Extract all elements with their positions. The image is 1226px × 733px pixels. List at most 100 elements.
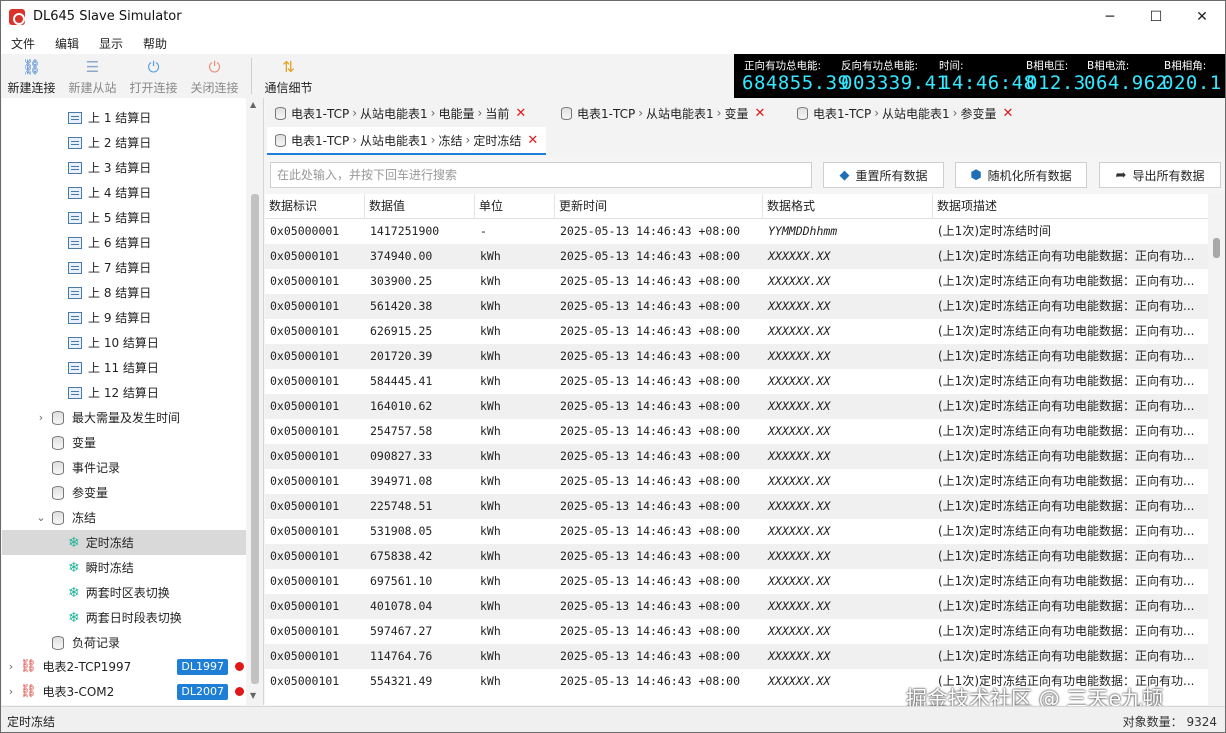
cell-value: 626915.25 bbox=[370, 324, 433, 338]
snowflake-icon: ❄ bbox=[68, 559, 80, 576]
tree-scroll-thumb[interactable] bbox=[251, 194, 259, 684]
close-tab-icon[interactable]: ✕ bbox=[515, 106, 526, 121]
new-connection-button[interactable]: ⛓ 新建连接 bbox=[1, 54, 62, 98]
tree-item-max-demand[interactable]: › 最大需量及发生时间 bbox=[2, 405, 246, 430]
tab-part: 电表1-TCP bbox=[577, 106, 636, 121]
tree-item-meter3[interactable]: › ⛓ 电表3-COM2 DL2007 bbox=[2, 679, 246, 704]
open-connection-button[interactable]: ⏻ 打开连接 bbox=[123, 54, 184, 98]
tree-item-settlement-5[interactable]: 上 5 结算日 bbox=[2, 205, 246, 230]
tab-variables[interactable]: 电表1-TCP › 从站电能表1 › 变量 ✕ bbox=[553, 99, 773, 127]
status-dot bbox=[235, 662, 244, 671]
tree-item-timezone-switch[interactable]: ❄ 两套时区表切换 bbox=[2, 580, 246, 605]
chevron-right-icon[interactable]: › bbox=[4, 660, 18, 673]
cell-unit: kWh bbox=[480, 399, 501, 413]
new-slave-button[interactable]: ☰ 新建从站 bbox=[62, 54, 123, 98]
tree-item-variables[interactable]: 变量 bbox=[2, 430, 246, 455]
tree-item-settlement-2[interactable]: 上 2 结算日 bbox=[2, 130, 246, 155]
table-row[interactable]: 0x05000101 394971.08 kWh 2025-05-13 14:46:4… bbox=[265, 469, 1208, 494]
tree-item-meter2[interactable]: › ⛓ 电表2-TCP1997 DL1997 bbox=[2, 654, 246, 679]
menu-view[interactable]: 显示 bbox=[89, 35, 133, 52]
table-row[interactable]: 0x05000101 090827.33 kWh 2025-05-13 14:46:4… bbox=[265, 444, 1208, 469]
table-row[interactable]: 0x05000101 374940.00 kWh 2025-05-13 14:46:4… bbox=[265, 244, 1208, 269]
cell-description: (上1次)定时冻结正向有功电能数据：正向有功... bbox=[938, 524, 1195, 538]
status-object-count: 对象数量： 9324 bbox=[1122, 715, 1217, 729]
menu-edit[interactable]: 编辑 bbox=[45, 35, 89, 52]
column-header-description[interactable]: 数据项描述 bbox=[933, 194, 1208, 219]
tree-item-label: 上 10 结算日 bbox=[88, 336, 159, 350]
cell-description: (上1次)定时冻结正向有功电能数据：正向有功... bbox=[938, 249, 1195, 263]
search-input[interactable] bbox=[270, 162, 812, 188]
reset-all-button[interactable]: ◆ 重置所有数据 bbox=[823, 162, 944, 188]
grid-scroll-thumb[interactable] bbox=[1213, 238, 1220, 258]
scroll-down-icon[interactable]: ▼ bbox=[250, 691, 256, 700]
tree-item-load-record[interactable]: 负荷记录 bbox=[2, 630, 246, 655]
table-row[interactable]: 0x05000101 626915.25 kWh 2025-05-13 14:46:4… bbox=[265, 319, 1208, 344]
tree-item-freeze[interactable]: ⌄ 冻结 bbox=[2, 505, 246, 530]
table-row[interactable]: 0x05000101 675838.42 kWh 2025-05-13 14:46:4… bbox=[265, 544, 1208, 569]
chevron-down-icon[interactable]: ⌄ bbox=[34, 511, 48, 524]
comm-detail-button[interactable]: ⇅ 通信细节 bbox=[258, 54, 319, 98]
menu-help[interactable]: 帮助 bbox=[133, 35, 177, 52]
tree-item-settlement-4[interactable]: 上 4 结算日 bbox=[2, 180, 246, 205]
column-header-unit[interactable]: 单位 bbox=[475, 194, 555, 219]
tree-item-settlement-1[interactable]: 上 1 结算日 bbox=[2, 105, 246, 130]
tree-item-settlement-7[interactable]: 上 7 结算日 bbox=[2, 255, 246, 280]
table-row[interactable]: 0x05000101 225748.51 kWh 2025-05-13 14:46:4… bbox=[265, 494, 1208, 519]
tree-item-timed-freeze[interactable]: ❄ 定时冻结 bbox=[2, 530, 246, 555]
close-tab-icon[interactable]: ✕ bbox=[755, 106, 766, 121]
table-row[interactable]: 0x05000101 114764.76 kWh 2025-05-13 14:46:4… bbox=[265, 644, 1208, 669]
table-row[interactable]: 0x05000101 303900.25 kWh 2025-05-13 14:46:4… bbox=[265, 269, 1208, 294]
column-header-format[interactable]: 数据格式 bbox=[763, 194, 933, 219]
chevron-right-icon[interactable]: › bbox=[4, 685, 18, 698]
table-row[interactable]: 0x05000101 561420.38 kWh 2025-05-13 14:46:4… bbox=[265, 294, 1208, 319]
table-row[interactable]: 0x05000101 697561.10 kWh 2025-05-13 14:46:4… bbox=[265, 569, 1208, 594]
tree-item-settlement-3[interactable]: 上 3 结算日 bbox=[2, 155, 246, 180]
cell-id: 0x05000101 bbox=[270, 299, 340, 313]
minimize-button[interactable]: ─ bbox=[1087, 1, 1133, 32]
b-current-label: B相电流: bbox=[1087, 60, 1130, 72]
tree-scrollbar[interactable]: ▲ ▼ bbox=[246, 98, 263, 705]
tree-item-settlement-12[interactable]: 上 12 结算日 bbox=[2, 380, 246, 405]
tree-item-settlement-8[interactable]: 上 8 结算日 bbox=[2, 280, 246, 305]
chevron-right-icon[interactable]: › bbox=[34, 411, 48, 424]
cell-unit: - bbox=[480, 224, 487, 238]
power-off-icon: ⏻ bbox=[208, 58, 221, 76]
cell-format: XXXXXX.XX bbox=[768, 324, 831, 338]
tab-energy-current[interactable]: 电表1-TCP › 从站电能表1 › 电能量 › 当前 ✕ bbox=[267, 99, 534, 127]
tree-item-settlement-11[interactable]: 上 11 结算日 bbox=[2, 355, 246, 380]
tree-item-settlement-6[interactable]: 上 6 结算日 bbox=[2, 230, 246, 255]
table-row[interactable]: 0x05000101 597467.27 kWh 2025-05-13 14:46:4… bbox=[265, 619, 1208, 644]
menu-file[interactable]: 文件 bbox=[1, 35, 45, 52]
cell-time: 2025-05-13 14:46:43 +08:00 bbox=[560, 324, 741, 338]
cell-unit: kWh bbox=[480, 549, 501, 563]
cell-value: 374940.00 bbox=[370, 249, 433, 263]
tab-timed-freeze[interactable]: 电表1-TCP › 从站电能表1 › 冻结 › 定时冻结 ✕ bbox=[267, 127, 547, 155]
table-row[interactable]: 0x05000101 531908.05 kWh 2025-05-13 14:46:4… bbox=[265, 519, 1208, 544]
tree-item-events[interactable]: 事件记录 bbox=[2, 455, 246, 480]
tree-item-settlement-10[interactable]: 上 10 结算日 bbox=[2, 330, 246, 355]
column-header-value[interactable]: 数据值 bbox=[365, 194, 475, 219]
table-row[interactable]: 0x05000101 254757.58 kWh 2025-05-13 14:46:4… bbox=[265, 419, 1208, 444]
close-connection-button[interactable]: ⏻ 关闭连接 bbox=[184, 54, 245, 98]
export-all-button[interactable]: ➦ 导出所有数据 bbox=[1099, 162, 1221, 188]
app-logo-icon bbox=[9, 8, 25, 25]
table-row[interactable]: 0x05000101 584445.41 kWh 2025-05-13 14:46:4… bbox=[265, 369, 1208, 394]
table-row[interactable]: 0x05000101 401078.04 kWh 2025-05-13 14:46:4… bbox=[265, 594, 1208, 619]
close-tab-icon[interactable]: ✕ bbox=[527, 133, 538, 148]
close-button[interactable]: ✕ bbox=[1179, 1, 1225, 32]
column-header-time[interactable]: 更新时间 bbox=[555, 194, 763, 219]
tree-item-instant-freeze[interactable]: ❄ 瞬时冻结 bbox=[2, 555, 246, 580]
randomize-all-button[interactable]: ⬢ 随机化所有数据 bbox=[955, 162, 1087, 188]
column-header-id[interactable]: 数据标识 bbox=[265, 194, 365, 219]
close-tab-icon[interactable]: ✕ bbox=[1003, 106, 1014, 121]
tree-item-settlement-9[interactable]: 上 9 结算日 bbox=[2, 305, 246, 330]
tree-item-params[interactable]: 参变量 bbox=[2, 480, 246, 505]
table-row[interactable]: 0x05000101 201720.39 kWh 2025-05-13 14:46:4… bbox=[265, 344, 1208, 369]
scroll-up-icon[interactable]: ▲ bbox=[250, 100, 256, 109]
table-row[interactable]: 0x05000101 164010.62 kWh 2025-05-13 14:46:4… bbox=[265, 394, 1208, 419]
maximize-button[interactable]: ☐ bbox=[1133, 1, 1179, 32]
tree-item-period-switch[interactable]: ❄ 两套日时段表切换 bbox=[2, 605, 246, 630]
grid-scrollbar[interactable] bbox=[1208, 194, 1225, 705]
table-row[interactable]: 0x05000001 1417251900 - 2025-05-13 14:46:43… bbox=[265, 219, 1208, 244]
tab-params[interactable]: 电表1-TCP › 从站电能表1 › 参变量 ✕ bbox=[789, 99, 1021, 127]
